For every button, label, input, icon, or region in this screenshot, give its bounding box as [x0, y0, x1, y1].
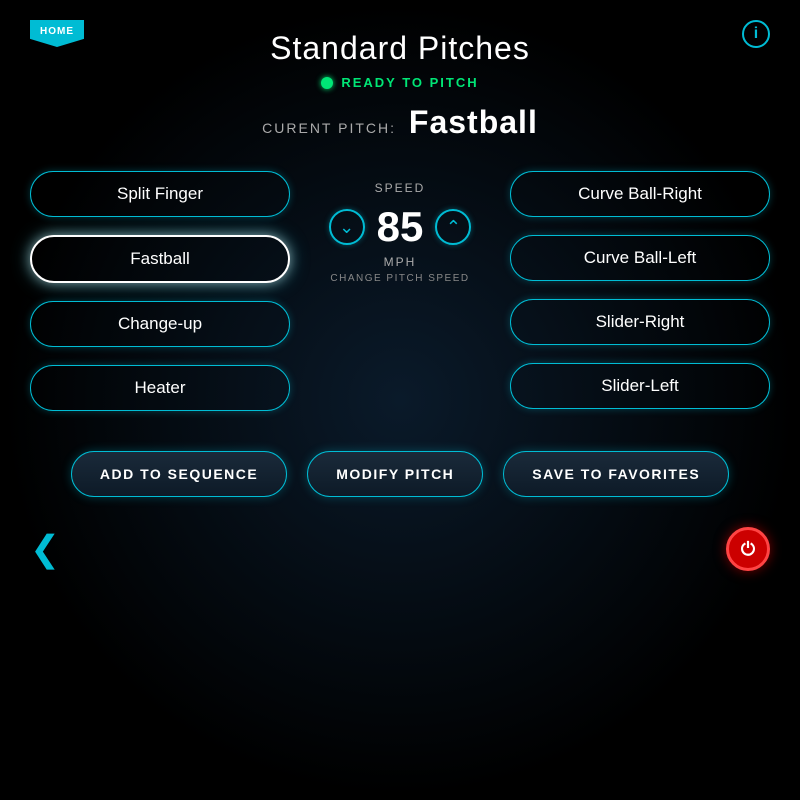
page-title: Standard Pitches — [270, 30, 530, 67]
speed-control: ⌄ 85 ⌃ — [329, 203, 472, 251]
pitch-btn-change-up[interactable]: Change-up — [30, 301, 290, 347]
action-buttons-row: ADD TO SEQUENCE MODIFY PITCH SAVE TO FAV… — [0, 451, 800, 497]
speed-value: 85 — [377, 203, 424, 251]
pitch-btn-heater[interactable]: Heater — [30, 365, 290, 411]
ready-text: READY TO PITCH — [341, 75, 478, 90]
current-pitch-value: Fastball — [409, 104, 538, 140]
speed-control-panel: SPEED ⌄ 85 ⌃ MPH CHANGE PITCH SPEED — [320, 171, 480, 284]
pitch-btn-curve-ball-left[interactable]: Curve Ball-Left — [510, 235, 770, 281]
right-pitch-column: Curve Ball-Right Curve Ball-Left Slider-… — [510, 171, 770, 409]
main-page: HOME Standard Pitches i READY TO PITCH C… — [0, 0, 800, 800]
speed-unit: MPH — [384, 255, 417, 269]
pitch-btn-slider-right[interactable]: Slider-Right — [510, 299, 770, 345]
current-pitch-label: CURENT PITCH: — [262, 120, 396, 136]
modify-pitch-button[interactable]: MODIFY PITCH — [307, 451, 483, 497]
ready-status-row: READY TO PITCH — [0, 75, 800, 90]
ready-dot-indicator — [321, 77, 333, 89]
pitch-btn-slider-left[interactable]: Slider-Left — [510, 363, 770, 409]
add-to-sequence-button[interactable]: ADD TO SEQUENCE — [71, 451, 287, 497]
stop-icon: ⏻ — [741, 539, 755, 560]
info-button[interactable]: i — [742, 20, 770, 48]
pitch-btn-curve-ball-right[interactable]: Curve Ball-Right — [510, 171, 770, 217]
home-button[interactable]: HOME — [30, 20, 84, 47]
back-button[interactable]: ❮ — [30, 531, 60, 567]
save-to-favorites-button[interactable]: SAVE TO FAVORITES — [503, 451, 729, 497]
nav-row: ❮ ⏻ — [0, 507, 800, 571]
left-pitch-column: Split Finger Fastball Change-up Heater — [30, 171, 290, 411]
header: HOME Standard Pitches i — [0, 0, 800, 67]
speed-sublabel: CHANGE PITCH SPEED — [330, 273, 469, 284]
stop-button[interactable]: ⏻ — [726, 527, 770, 571]
pitch-layout: Split Finger Fastball Change-up Heater S… — [0, 171, 800, 411]
speed-decrease-button[interactable]: ⌄ — [329, 209, 365, 245]
pitch-btn-split-finger[interactable]: Split Finger — [30, 171, 290, 217]
current-pitch-display: CURENT PITCH: Fastball — [0, 104, 800, 141]
speed-increase-button[interactable]: ⌃ — [435, 209, 471, 245]
speed-label: SPEED — [375, 181, 426, 195]
pitch-btn-fastball[interactable]: Fastball — [30, 235, 290, 283]
